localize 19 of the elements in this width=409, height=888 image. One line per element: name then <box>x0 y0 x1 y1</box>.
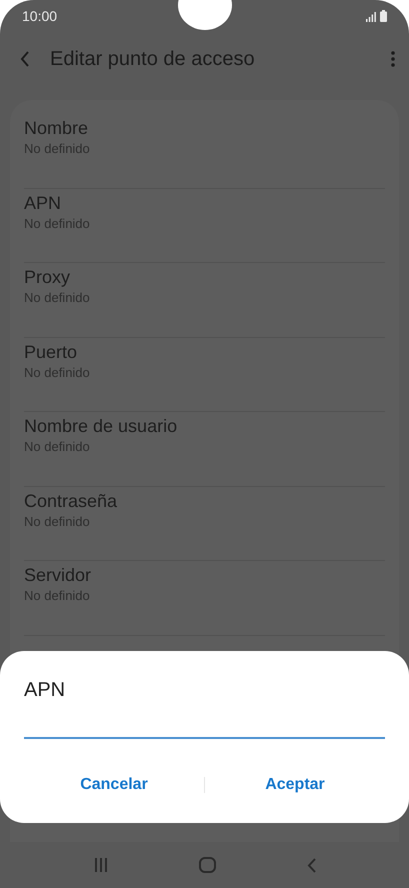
back-icon[interactable] <box>20 51 30 67</box>
dialog-button[interactable]: Aceptar <box>205 769 385 801</box>
signal-icon <box>366 12 376 22</box>
recent-apps-icon[interactable] <box>94 858 108 872</box>
back-nav-icon[interactable] <box>306 858 316 872</box>
screen-title: Editar punto de acceso <box>50 47 256 72</box>
more-options-icon[interactable] <box>391 51 395 67</box>
dialog-button[interactable]: Cancelar <box>24 769 204 801</box>
setting-title[interactable]: Contraseña <box>24 488 385 512</box>
setting-title[interactable]: Nombre <box>24 116 385 140</box>
setting-title[interactable]: Proxy <box>24 265 385 289</box>
setting-title[interactable]: APN <box>24 190 385 214</box>
setting-title[interactable]: Servidor <box>24 563 385 587</box>
status-time: 10:00 <box>22 7 58 26</box>
dialog-title: APN <box>24 678 66 703</box>
setting-title[interactable]: Nombre de usuario <box>24 414 385 438</box>
setting-title[interactable]: Puerto <box>24 340 385 364</box>
battery-icon <box>380 10 387 22</box>
home-icon[interactable] <box>198 857 216 873</box>
